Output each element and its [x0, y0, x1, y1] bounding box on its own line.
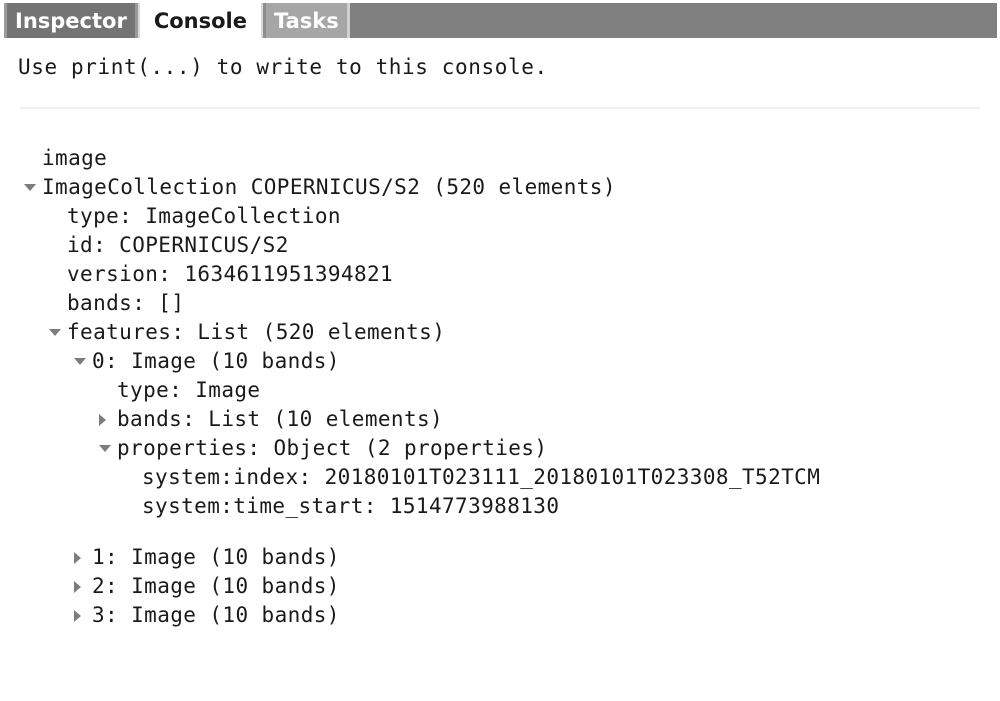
- tree-row: system:time_start: 1514773988130: [0, 492, 1000, 521]
- tree-row[interactable]: 2: Image (10 bands): [0, 572, 1000, 601]
- tree-expand-toggle-closed-icon[interactable]: [74, 552, 81, 564]
- tab-tasks-label: Tasks: [273, 8, 339, 33]
- tree-row-label: 0: Image (10 bands): [92, 349, 340, 373]
- tree-row-label: type: ImageCollection: [67, 204, 341, 228]
- tree-row-label: type: Image: [117, 378, 261, 402]
- tab-inspector-label: Inspector: [15, 8, 127, 33]
- tree-row: type: Image: [0, 376, 1000, 405]
- tree-row[interactable]: ImageCollection COPERNICUS/S2 (520 eleme…: [0, 173, 1000, 202]
- tree-expand-toggle-closed-icon[interactable]: [99, 414, 106, 426]
- tree-row-label: system:index: 20180101T023111_20180101T0…: [142, 465, 821, 489]
- tree-row: system:index: 20180101T023111_20180101T0…: [0, 463, 1000, 492]
- tree-row[interactable]: 3: Image (10 bands): [0, 601, 1000, 630]
- console-output-tree: image ImageCollection COPERNICUS/S2 (520…: [0, 144, 1000, 630]
- tree-row: id: COPERNICUS/S2: [0, 231, 1000, 260]
- tree-expand-toggle-open-icon[interactable]: [74, 358, 86, 365]
- tree-expand-toggle-open-icon[interactable]: [24, 184, 36, 191]
- tree-expand-toggle-closed-icon[interactable]: [74, 581, 81, 593]
- tab-tasks[interactable]: Tasks: [262, 3, 350, 38]
- console-divider: [20, 107, 980, 109]
- tree-row[interactable]: 0: Image (10 bands): [0, 347, 1000, 376]
- tab-inspector[interactable]: Inspector: [4, 3, 138, 38]
- tree-row-label: 1: Image (10 bands): [92, 545, 340, 569]
- tab-console[interactable]: Console: [137, 3, 263, 38]
- tree-row: bands: []: [0, 289, 1000, 318]
- tree-row-label: 3: Image (10 bands): [92, 603, 340, 627]
- tree-row-label: 2: Image (10 bands): [92, 574, 340, 598]
- tree-row[interactable]: properties: Object (2 properties): [0, 434, 1000, 463]
- tree-expand-toggle-open-icon[interactable]: [99, 445, 111, 452]
- tree-row-spacer: [0, 521, 1000, 543]
- tree-row[interactable]: bands: List (10 elements): [0, 405, 1000, 434]
- console-tab-bar: Inspector Console Tasks: [4, 3, 997, 38]
- tree-expand-toggle-closed-icon[interactable]: [74, 610, 81, 622]
- tree-row-label: features: List (520 elements): [67, 320, 446, 344]
- tree-row-label: ImageCollection COPERNICUS/S2 (520 eleme…: [42, 175, 616, 199]
- tree-row[interactable]: features: List (520 elements): [0, 318, 1000, 347]
- tree-row-label: id: COPERNICUS/S2: [67, 233, 289, 257]
- tree-row[interactable]: 1: Image (10 bands): [0, 543, 1000, 572]
- tab-console-label: Console: [153, 8, 247, 33]
- output-label-text: image: [42, 146, 108, 170]
- tree-row-label: version: 1634611951394821: [67, 262, 394, 286]
- tree-row-label: bands: List (10 elements): [117, 407, 444, 431]
- console-hint-text: Use print(...) to write to this console.: [18, 55, 548, 79]
- tree-row-label: system:time_start: 1514773988130: [142, 494, 560, 518]
- tree-row-label: properties: Object (2 properties): [117, 436, 548, 460]
- console-panel: Use print(...) to write to this console.…: [0, 38, 1000, 701]
- tree-expand-toggle-open-icon[interactable]: [49, 329, 61, 336]
- console-output-label: image: [0, 144, 1000, 173]
- tree-row: type: ImageCollection: [0, 202, 1000, 231]
- tree-row-label: bands: []: [67, 291, 185, 315]
- tab-bar-filler: [349, 3, 997, 38]
- tree-row: version: 1634611951394821: [0, 260, 1000, 289]
